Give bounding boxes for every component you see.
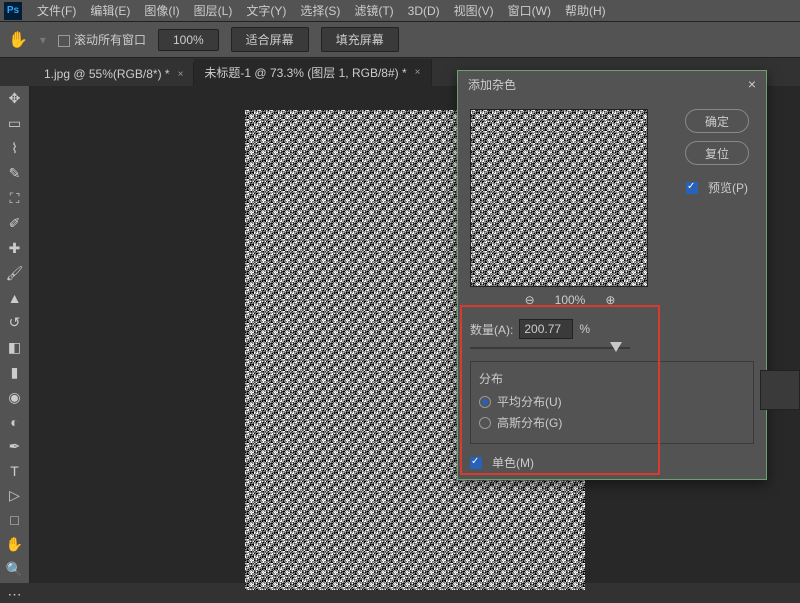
app-logo: Ps [4, 2, 22, 20]
scroll-all-checkbox[interactable]: 滚动所有窗口 [58, 31, 146, 48]
fit-screen-button[interactable]: 适合屏幕 [231, 27, 309, 52]
eraser-tool-icon[interactable]: ◧ [4, 339, 26, 356]
menu-edit[interactable]: 编辑(E) [83, 2, 137, 19]
preview-image [470, 109, 648, 287]
crop-tool-icon[interactable]: ⛶ [4, 190, 26, 207]
monochrome-checkbox[interactable]: 单色(M) [470, 454, 754, 471]
zoom-tool-icon[interactable]: 🔍 [4, 561, 26, 578]
menu-filter[interactable]: 滤镜(T) [347, 2, 400, 19]
zoom-percent: 100% [555, 293, 586, 307]
document-tab[interactable]: 未标题-1 @ 73.3% (图层 1, RGB/8#) * × [194, 59, 431, 86]
fill-screen-button[interactable]: 填充屏幕 [321, 27, 399, 52]
tab-label: 未标题-1 @ 73.3% (图层 1, RGB/8#) * [204, 64, 406, 81]
tab-label: 1.jpg @ 55%(RGB/8*) * [44, 67, 170, 81]
gradient-tool-icon[interactable]: ▮ [4, 364, 26, 381]
add-noise-dialog: 添加杂色 × ⊖ 100% ⊕ 确定 复位 预览(P) 数量(A): % 分布 [457, 70, 767, 480]
distribution-group: 分布 平均分布(U) 高斯分布(G) [470, 361, 754, 444]
menu-window[interactable]: 窗口(W) [501, 2, 558, 19]
menu-view[interactable]: 视图(V) [447, 2, 501, 19]
uniform-radio[interactable]: 平均分布(U) [479, 393, 745, 410]
blur-tool-icon[interactable]: ◉ [4, 389, 26, 406]
tool-panel: ✥ ▭ ⌇ ✎ ⛶ ✐ ✚ 🖌 ▲ ↺ ◧ ▮ ◉ ◐ ✒ T ▷ □ ✋ 🔍 … [0, 86, 30, 583]
dodge-tool-icon[interactable]: ◐ [4, 414, 26, 430]
amount-label: 数量(A): [470, 321, 513, 338]
menu-image[interactable]: 图像(I) [137, 2, 186, 19]
menu-select[interactable]: 选择(S) [293, 2, 347, 19]
menu-help[interactable]: 帮助(H) [558, 2, 613, 19]
dialog-title: 添加杂色 [468, 76, 516, 93]
panel-stub [760, 370, 800, 410]
path-tool-icon[interactable]: ▷ [4, 487, 26, 504]
menu-layer[interactable]: 图层(L) [187, 2, 240, 19]
reset-button[interactable]: 复位 [685, 141, 749, 165]
amount-slider[interactable] [470, 347, 630, 349]
history-brush-tool-icon[interactable]: ↺ [4, 314, 26, 331]
zoom-level-button[interactable]: 100% [158, 29, 219, 51]
eyedropper-tool-icon[interactable]: ✐ [4, 215, 26, 232]
brush-tool-icon[interactable]: 🖌 [4, 265, 26, 282]
gaussian-radio[interactable]: 高斯分布(G) [479, 414, 745, 431]
move-tool-icon[interactable]: ✥ [4, 90, 26, 107]
document-tab[interactable]: 1.jpg @ 55%(RGB/8*) * × [34, 62, 194, 86]
type-tool-icon[interactable]: T [4, 463, 26, 479]
menu-file[interactable]: 文件(F) [30, 2, 83, 19]
preview-checkbox[interactable]: 预览(P) [686, 179, 748, 196]
hand-tool-icon: ✋ [8, 30, 28, 50]
shape-tool-icon[interactable]: □ [4, 512, 26, 528]
ok-button[interactable]: 确定 [685, 109, 749, 133]
menu-bar: Ps 文件(F) 编辑(E) 图像(I) 图层(L) 文字(Y) 选择(S) 滤… [0, 0, 800, 22]
quick-select-tool-icon[interactable]: ✎ [4, 165, 26, 182]
pen-tool-icon[interactable]: ✒ [4, 438, 26, 455]
zoom-in-icon[interactable]: ⊕ [605, 293, 615, 307]
options-bar: ✋ ▾ 滚动所有窗口 100% 适合屏幕 填充屏幕 [0, 22, 800, 58]
percent-label: % [579, 322, 590, 336]
close-icon[interactable]: × [178, 69, 184, 80]
amount-input[interactable] [519, 319, 573, 339]
zoom-out-icon[interactable]: ⊖ [525, 293, 535, 307]
close-icon[interactable]: × [748, 76, 756, 92]
marquee-tool-icon[interactable]: ▭ [4, 115, 26, 132]
hand-tool-icon[interactable]: ✋ [4, 536, 26, 553]
lasso-tool-icon[interactable]: ⌇ [4, 140, 26, 157]
menu-3d[interactable]: 3D(D) [401, 4, 447, 18]
distribution-label: 分布 [479, 370, 745, 387]
more-tools-icon[interactable]: ⋯ [4, 586, 26, 603]
stamp-tool-icon[interactable]: ▲ [4, 290, 26, 306]
menu-type[interactable]: 文字(Y) [239, 2, 293, 19]
close-icon[interactable]: × [415, 67, 421, 78]
healing-tool-icon[interactable]: ✚ [4, 240, 26, 257]
